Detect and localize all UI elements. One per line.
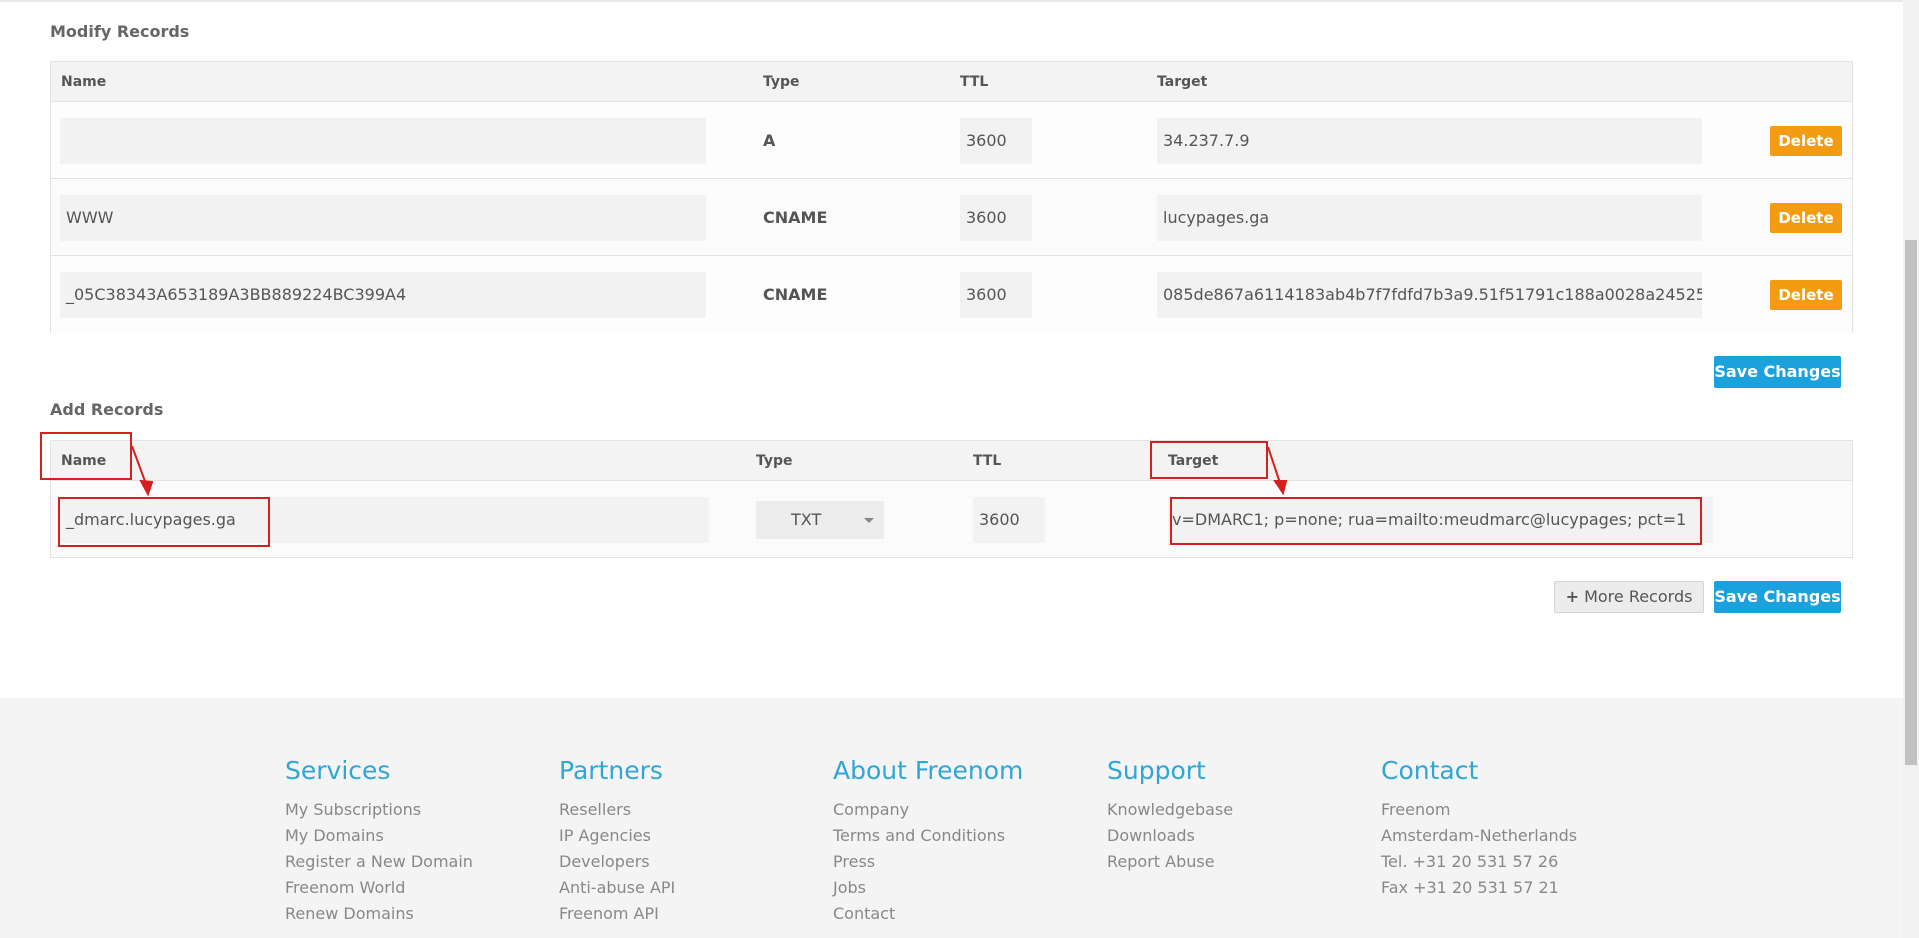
scrollbar-thumb[interactable] bbox=[1905, 240, 1917, 765]
footer-contact: Contact Freenom Amsterdam-Netherlands Te… bbox=[1381, 756, 1577, 901]
footer-link[interactable]: Terms and Conditions bbox=[833, 823, 1023, 849]
footer-link[interactable]: Report Abuse bbox=[1107, 849, 1233, 875]
footer-link[interactable]: Resellers bbox=[559, 797, 675, 823]
footer-contact-title: Contact bbox=[1381, 756, 1479, 785]
footer-link[interactable]: Anti-abuse API bbox=[559, 875, 675, 901]
footer-link[interactable]: Press bbox=[833, 849, 1023, 875]
footer-support-title: Support bbox=[1107, 756, 1206, 785]
contact-line: Tel. +31 20 531 57 26 bbox=[1381, 852, 1559, 871]
footer-link[interactable]: Register a New Domain bbox=[285, 849, 473, 875]
footer-link[interactable]: Renew Domains bbox=[285, 901, 473, 927]
footer-link[interactable]: Downloads bbox=[1107, 823, 1233, 849]
footer-link[interactable]: Developers bbox=[559, 849, 675, 875]
footer-link[interactable]: Freenom World bbox=[285, 875, 473, 901]
annotation-arrows bbox=[131, 445, 1288, 497]
footer-link[interactable]: Freenom API bbox=[559, 901, 675, 927]
contact-line: Fax +31 20 531 57 21 bbox=[1381, 878, 1559, 897]
footer-about: About Freenom Company Terms and Conditio… bbox=[833, 756, 1023, 927]
footer-partners: Partners Resellers IP Agencies Developer… bbox=[559, 756, 675, 927]
footer-link[interactable]: Knowledgebase bbox=[1107, 797, 1233, 823]
footer-link[interactable]: My Subscriptions bbox=[285, 797, 473, 823]
footer-link[interactable]: My Domains bbox=[285, 823, 473, 849]
footer-partners-title: Partners bbox=[559, 756, 663, 785]
footer-support: Support Knowledgebase Downloads Report A… bbox=[1107, 756, 1233, 875]
vertical-scrollbar[interactable] bbox=[1903, 0, 1919, 938]
main-content: Modify Records Name Type TTL Target A 36… bbox=[0, 0, 1903, 698]
contact-line: Amsterdam-Netherlands bbox=[1381, 826, 1578, 845]
footer-link[interactable]: IP Agencies bbox=[559, 823, 675, 849]
footer-link[interactable]: Jobs bbox=[833, 875, 1023, 901]
footer-services: Services My Subscriptions My Domains Reg… bbox=[285, 756, 473, 927]
footer-about-title: About Freenom bbox=[833, 756, 1024, 785]
footer-link[interactable]: Company bbox=[833, 797, 1023, 823]
footer-link[interactable]: Contact bbox=[833, 901, 1023, 927]
footer-services-title: Services bbox=[285, 756, 391, 785]
contact-line: Freenom bbox=[1381, 800, 1451, 819]
site-footer: Services My Subscriptions My Domains Reg… bbox=[0, 698, 1903, 938]
